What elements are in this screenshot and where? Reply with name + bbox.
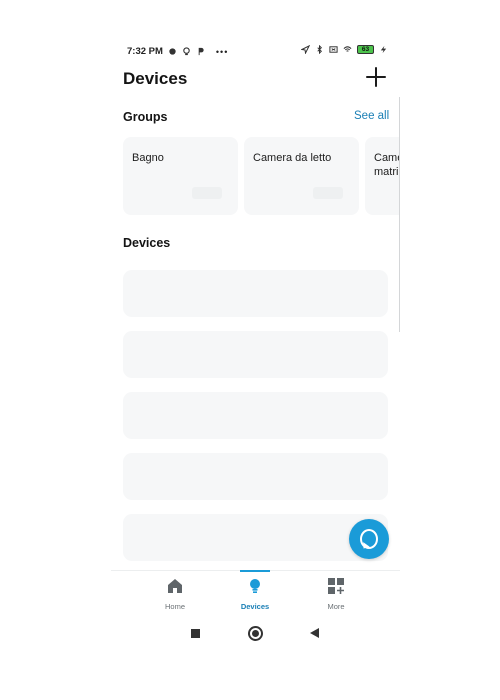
groups-carousel[interactable]: Bagno Camera da letto Camera matrimonial…: [123, 137, 400, 215]
status-bar-right: 63: [301, 45, 388, 54]
scrollbar[interactable]: [399, 97, 400, 332]
location-icon: [301, 45, 310, 54]
active-tab-indicator: [240, 570, 270, 572]
notification-icon: [169, 48, 176, 55]
recents-button[interactable]: [191, 629, 200, 638]
see-all-groups-link[interactable]: See all: [354, 110, 389, 122]
lightbulb-icon: [250, 579, 260, 593]
groups-title: Groups: [123, 110, 168, 124]
status-bar-left: 7:32 PM •••: [127, 46, 228, 57]
sim-icon: [329, 46, 338, 53]
group-card[interactable]: Camera da letto: [244, 137, 359, 215]
device-row-placeholder[interactable]: [123, 331, 388, 378]
app-screen: 7:32 PM ••• 63 Devices Groups See all Ba…: [111, 42, 400, 652]
group-card-image-placeholder: [192, 187, 222, 199]
home-system-button[interactable]: [248, 626, 263, 641]
parking-icon: [198, 47, 204, 56]
nav-devices[interactable]: Devices: [215, 570, 295, 615]
charging-icon: [380, 45, 387, 54]
nav-devices-label: Devices: [240, 602, 270, 611]
page-title: Devices: [123, 69, 188, 88]
home-icon: [168, 579, 182, 593]
grid-plus-icon: [328, 578, 344, 594]
system-navigation-bar: [111, 617, 400, 652]
battery-indicator: 63: [357, 45, 374, 54]
alexa-button[interactable]: [349, 519, 389, 559]
bulb-status-icon: [183, 47, 190, 56]
back-button[interactable]: [310, 628, 319, 638]
devices-title: Devices: [123, 236, 171, 250]
wifi-icon: [343, 46, 352, 52]
group-card-image-placeholder: [313, 187, 343, 199]
status-time: 7:32 PM: [127, 46, 163, 57]
status-bar: 7:32 PM ••• 63: [111, 42, 400, 62]
plus-icon: [366, 67, 386, 87]
group-card-label: Camera matrimoniale: [374, 152, 400, 178]
device-row-placeholder[interactable]: [123, 270, 388, 317]
group-card[interactable]: Bagno: [123, 137, 238, 215]
group-card-label: Bagno: [132, 152, 164, 164]
bottom-navigation: Home Devices More: [111, 570, 400, 614]
nav-more[interactable]: More: [296, 571, 376, 615]
group-card[interactable]: Camera matrimoniale: [365, 137, 400, 215]
device-row-placeholder[interactable]: [123, 392, 388, 439]
bluetooth-icon: [317, 45, 323, 54]
group-card-label: Camera da letto: [253, 152, 332, 164]
device-row-placeholder[interactable]: [123, 453, 388, 500]
nav-home-label: Home: [164, 602, 185, 611]
add-device-button[interactable]: [365, 66, 387, 88]
nav-more-label: More: [327, 602, 345, 611]
home-system-button-dot: [252, 630, 259, 637]
nav-home[interactable]: Home: [135, 571, 215, 615]
status-more: •••: [215, 46, 229, 57]
